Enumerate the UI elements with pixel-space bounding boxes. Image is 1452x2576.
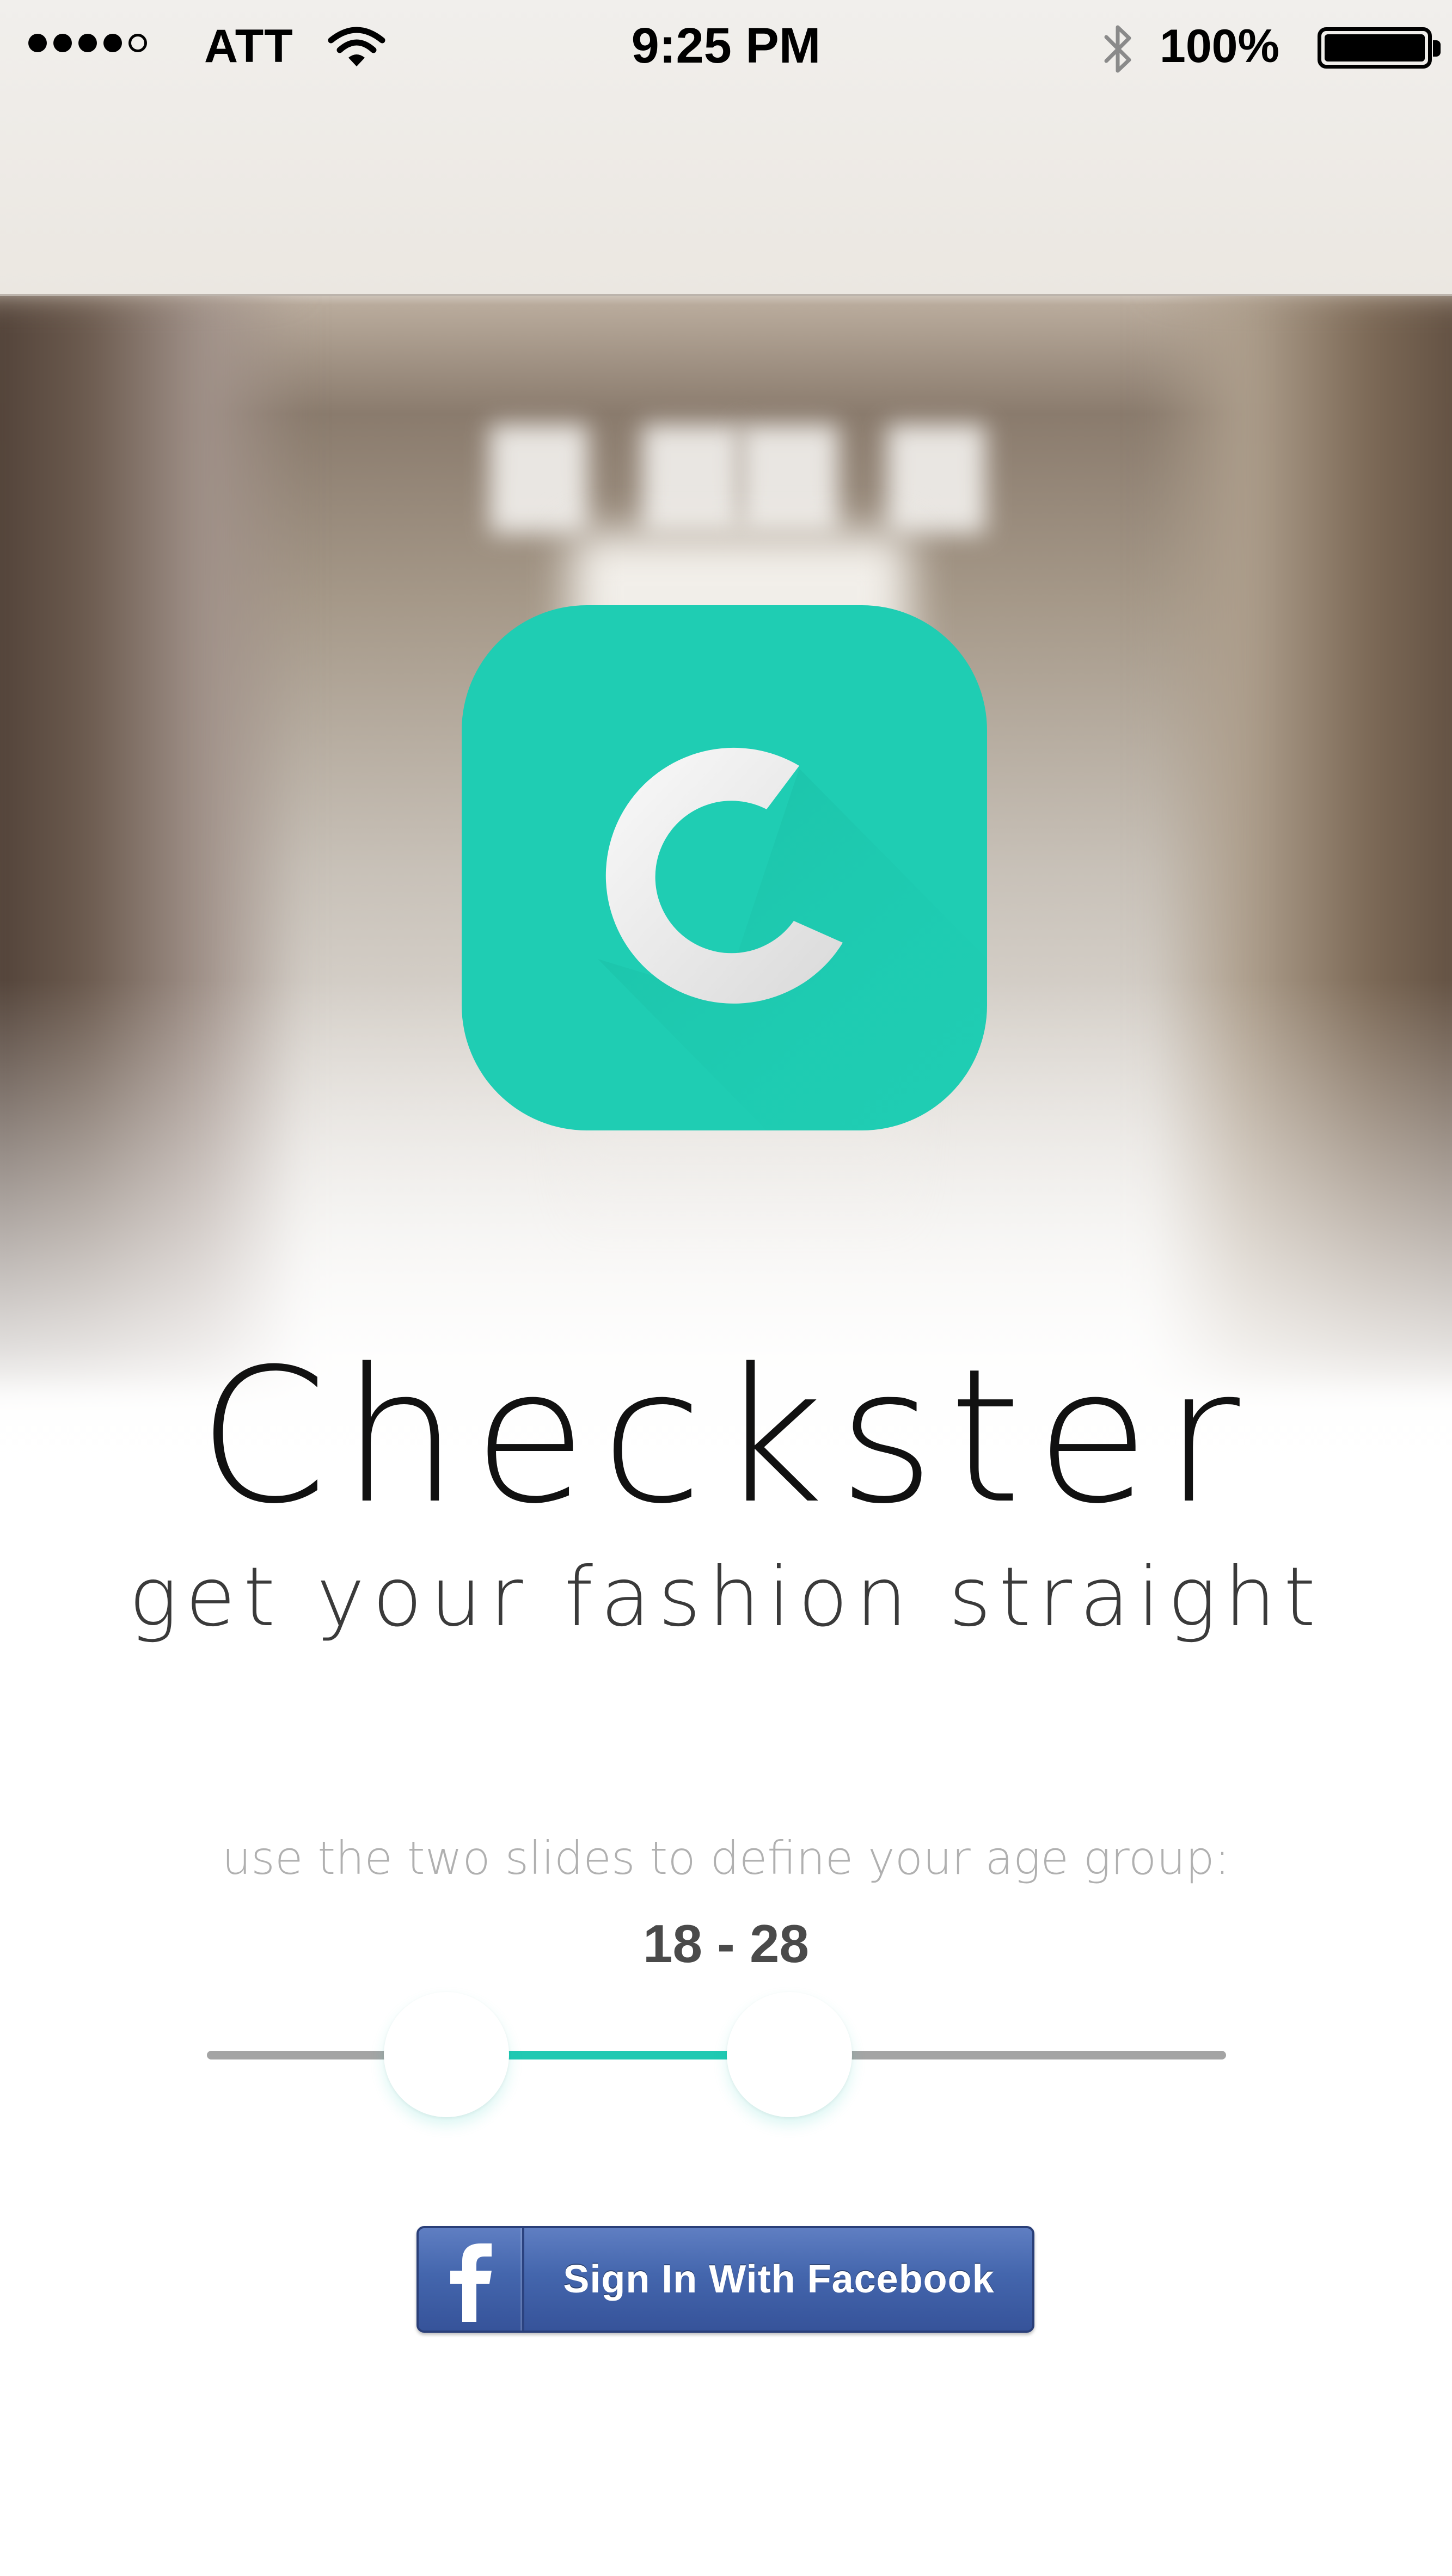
c-logo-icon [598,747,987,1130]
background-window [740,425,838,533]
battery-percentage: 100% [1160,20,1279,72]
app-title: Checkster [198,1329,1254,1545]
app-tagline: get your fashion straight [128,1550,1324,1645]
age-slider-max-handle[interactable] [727,1992,852,2117]
age-instruction: use the two slides to define your age gr… [222,1831,1230,1885]
background-window [642,425,740,533]
age-slider-min-handle[interactable] [384,1992,509,2117]
facebook-logo-box [419,2228,524,2331]
background-window [887,425,985,533]
background-window [490,425,588,533]
battery-icon [1318,27,1432,69]
age-range-label: 18 - 28 [642,1914,810,1974]
battery-tip [1433,40,1441,57]
facebook-sign-in-button[interactable]: Sign In With Facebook [416,2226,1034,2333]
status-bar: ATT 9:25 PM 100% [0,0,1452,93]
facebook-button-label: Sign In With Facebook [563,2258,995,2301]
app-logo [462,605,987,1130]
bluetooth-icon [1104,25,1131,73]
facebook-f-icon [450,2243,492,2322]
